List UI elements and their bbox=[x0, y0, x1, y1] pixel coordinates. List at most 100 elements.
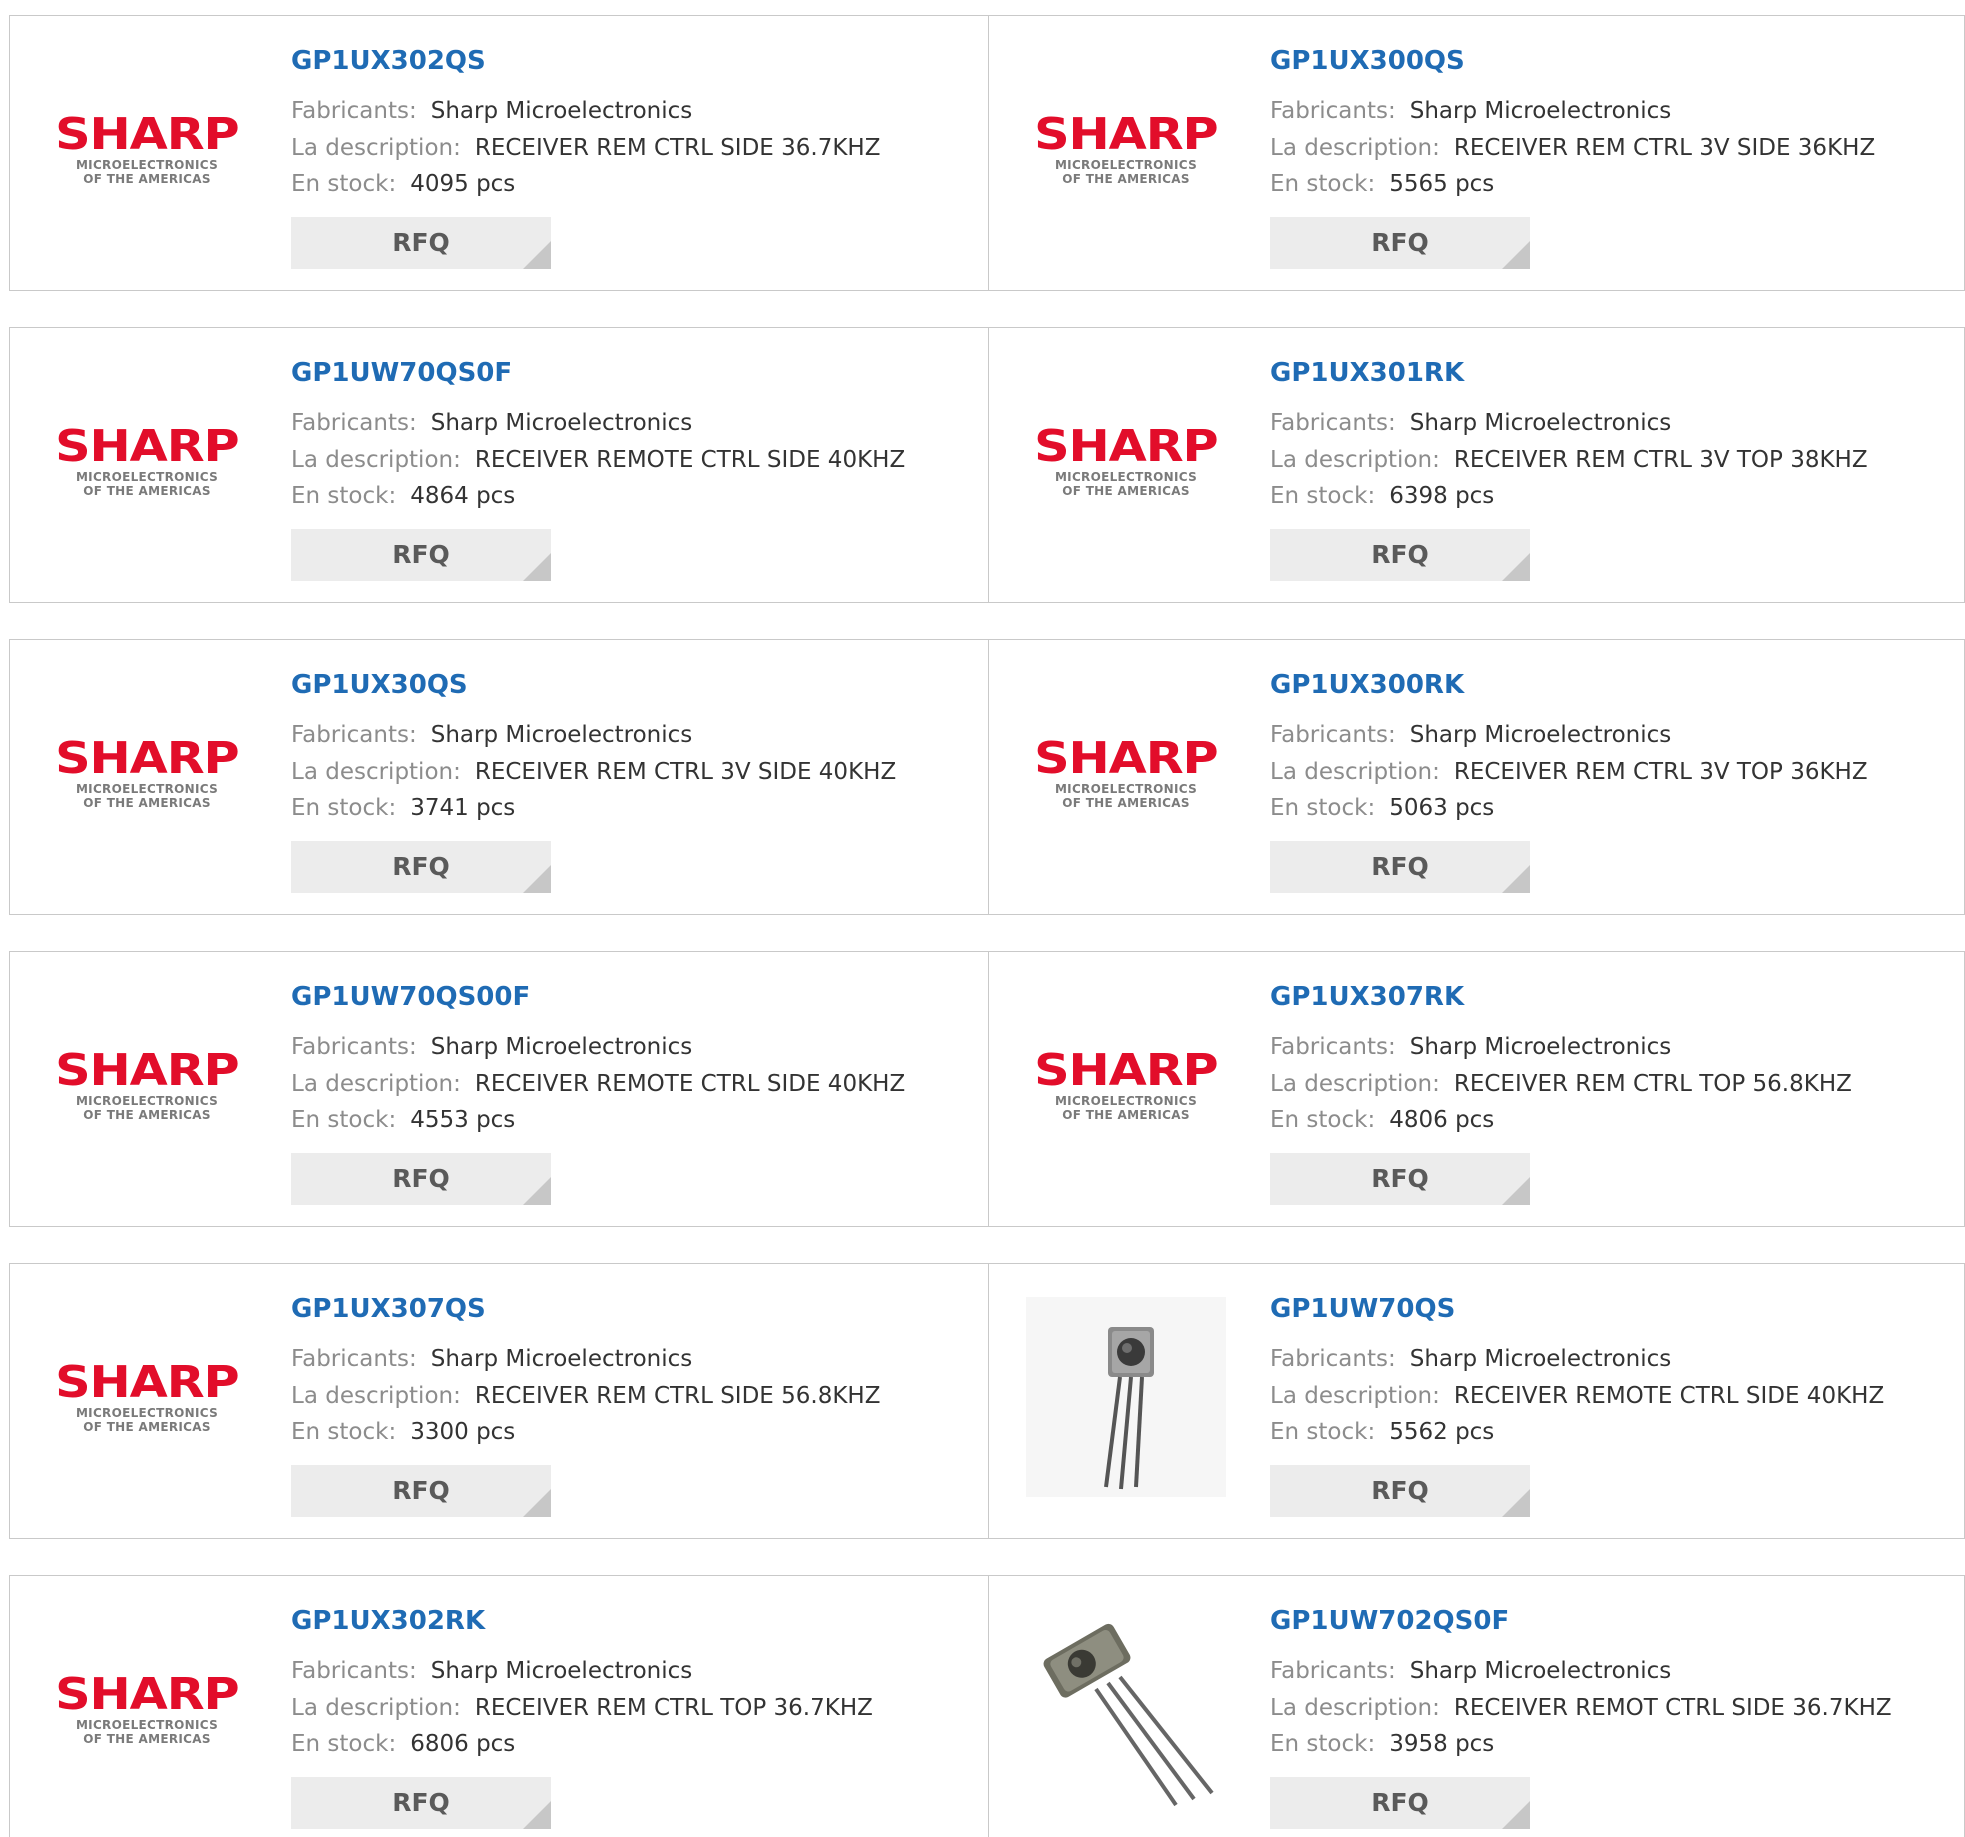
sharp-logo-wordmark: SHARP bbox=[55, 109, 239, 160]
description-label: La description: bbox=[291, 135, 461, 161]
part-number-link[interactable]: GP1UX300RK bbox=[1270, 670, 1464, 700]
stock-label: En stock: bbox=[1270, 1107, 1376, 1133]
stock-value: 5562 pcs bbox=[1389, 1419, 1495, 1445]
rfq-label: RFQ bbox=[1371, 1164, 1429, 1193]
manufacturer-label: Fabricants: bbox=[291, 1658, 417, 1684]
product-thumbnail[interactable] bbox=[1026, 1609, 1226, 1809]
stock-line: En stock: 3300 pcs bbox=[291, 1419, 515, 1445]
description-value: RECEIVER REM CTRL 3V SIDE 40KHZ bbox=[474, 759, 897, 785]
manufacturer-value: Sharp Microelectronics bbox=[1409, 722, 1672, 748]
manufacturer-value: Sharp Microelectronics bbox=[1409, 1034, 1672, 1060]
sharp-logo-tagline: MICROELECTRONICS bbox=[1054, 782, 1198, 796]
product-thumbnail[interactable]: SHARP MICROELECTRONICS OF THE AMERICAS bbox=[1026, 361, 1226, 561]
product-thumbnail[interactable]: SHARP MICROELECTRONICS OF THE AMERICAS bbox=[47, 49, 247, 249]
rfq-button[interactable]: RFQ bbox=[291, 529, 551, 581]
stock-label: En stock: bbox=[1270, 1731, 1376, 1757]
ir-receiver-photo bbox=[1026, 1297, 1226, 1497]
product-thumbnail[interactable] bbox=[1026, 1297, 1226, 1497]
rfq-button[interactable]: RFQ bbox=[291, 1465, 551, 1517]
sharp-logo-tagline: MICROELECTRONICS bbox=[75, 1406, 219, 1420]
rfq-button[interactable]: RFQ bbox=[291, 217, 551, 269]
rfq-button[interactable]: RFQ bbox=[1270, 1777, 1530, 1829]
sharp-logo-wordmark: SHARP bbox=[55, 1045, 239, 1096]
product-card: SHARP MICROELECTRONICS OF THE AMERICAS G… bbox=[988, 640, 1965, 914]
product-card: GP1UW70QS Fabricants: Sharp Microelectron… bbox=[988, 1264, 1965, 1538]
stock-line: En stock: 4553 pcs bbox=[291, 1107, 515, 1133]
sharp-logo: SHARP MICROELECTRONICS OF THE AMERICAS bbox=[47, 1669, 247, 1746]
product-thumbnail[interactable]: SHARP MICROELECTRONICS OF THE AMERICAS bbox=[1026, 673, 1226, 873]
stock-value: 5063 pcs bbox=[1389, 795, 1495, 821]
stock-value: 4864 pcs bbox=[410, 483, 516, 509]
part-number-link[interactable]: GP1UW70QS0F bbox=[291, 358, 512, 388]
product-thumbnail[interactable]: SHARP MICROELECTRONICS OF THE AMERICAS bbox=[47, 1609, 247, 1809]
rfq-button[interactable]: RFQ bbox=[1270, 1153, 1530, 1205]
sharp-logo-tagline: OF THE AMERICAS bbox=[83, 484, 211, 498]
part-number-link[interactable]: GP1UX302QS bbox=[291, 46, 486, 76]
rfq-button[interactable]: RFQ bbox=[291, 1153, 551, 1205]
sharp-logo: SHARP MICROELECTRONICS OF THE AMERICAS bbox=[1026, 425, 1226, 498]
part-number-link[interactable]: GP1UX307QS bbox=[291, 1294, 486, 1324]
sharp-logo-tagline: MICROELECTRONICS bbox=[1054, 158, 1198, 172]
description-value: RECEIVER REM CTRL TOP 56.8KHZ bbox=[1453, 1071, 1852, 1097]
product-thumbnail[interactable]: SHARP MICROELECTRONICS OF THE AMERICAS bbox=[47, 985, 247, 1185]
description-line: La description: RECEIVER REM CTRL SIDE 56… bbox=[291, 1383, 880, 1409]
product-thumbnail[interactable]: SHARP MICROELECTRONICS OF THE AMERICAS bbox=[47, 361, 247, 561]
manufacturer-label: Fabricants: bbox=[1270, 1658, 1396, 1684]
rfq-button[interactable]: RFQ bbox=[1270, 217, 1530, 269]
product-card: SHARP MICROELECTRONICS OF THE AMERICAS G… bbox=[10, 16, 988, 290]
sharp-logo-tagline: OF THE AMERICAS bbox=[83, 796, 211, 810]
manufacturer-label: Fabricants: bbox=[291, 722, 417, 748]
sharp-logo-wordmark: SHARP bbox=[55, 421, 239, 472]
manufacturer-value: Sharp Microelectronics bbox=[1409, 1346, 1672, 1372]
part-number-link[interactable]: GP1UX300QS bbox=[1270, 46, 1465, 76]
part-number-link[interactable]: GP1UW70QS bbox=[1270, 1294, 1455, 1324]
sharp-logo-tagline: MICROELECTRONICS bbox=[1054, 470, 1198, 484]
product-thumbnail[interactable]: SHARP MICROELECTRONICS OF THE AMERICAS bbox=[1026, 985, 1226, 1185]
corner-triangle-icon bbox=[523, 241, 551, 269]
stock-label: En stock: bbox=[1270, 171, 1376, 197]
corner-triangle-icon bbox=[1502, 553, 1530, 581]
part-number-link[interactable]: GP1UX307RK bbox=[1270, 982, 1464, 1012]
corner-triangle-icon bbox=[1502, 1489, 1530, 1517]
rfq-button[interactable]: RFQ bbox=[291, 1777, 551, 1829]
description-label: La description: bbox=[1270, 759, 1440, 785]
product-row: SHARP MICROELECTRONICS OF THE AMERICAS G… bbox=[9, 1263, 1965, 1539]
product-grid: SHARP MICROELECTRONICS OF THE AMERICAS G… bbox=[9, 15, 1965, 1837]
rfq-button[interactable]: RFQ bbox=[1270, 841, 1530, 893]
corner-triangle-icon bbox=[523, 1489, 551, 1517]
sharp-logo-tagline: OF THE AMERICAS bbox=[83, 1420, 211, 1434]
part-number-link[interactable]: GP1UW702QS0F bbox=[1270, 1606, 1509, 1636]
description-line: La description: RECEIVER REM CTRL SIDE 36… bbox=[291, 135, 880, 161]
manufacturer-label: Fabricants: bbox=[291, 98, 417, 124]
rfq-button[interactable]: RFQ bbox=[1270, 1465, 1530, 1517]
description-line: La description: RECEIVER REM CTRL 3V SIDE… bbox=[291, 759, 896, 785]
corner-triangle-icon bbox=[1502, 1177, 1530, 1205]
manufacturer-line: Fabricants: Sharp Microelectronics bbox=[1270, 410, 1671, 436]
product-thumbnail[interactable]: SHARP MICROELECTRONICS OF THE AMERICAS bbox=[47, 673, 247, 873]
rfq-label: RFQ bbox=[392, 1788, 450, 1817]
corner-triangle-icon bbox=[523, 865, 551, 893]
manufacturer-value: Sharp Microelectronics bbox=[430, 98, 693, 124]
corner-triangle-icon bbox=[1502, 1801, 1530, 1829]
product-thumbnail[interactable]: SHARP MICROELECTRONICS OF THE AMERICAS bbox=[47, 1297, 247, 1497]
manufacturer-line: Fabricants: Sharp Microelectronics bbox=[291, 1658, 692, 1684]
product-thumbnail[interactable]: SHARP MICROELECTRONICS OF THE AMERICAS bbox=[1026, 49, 1226, 249]
product-card: SHARP MICROELECTRONICS OF THE AMERICAS G… bbox=[10, 328, 988, 602]
product-card: SHARP MICROELECTRONICS OF THE AMERICAS G… bbox=[10, 952, 988, 1226]
product-card: SHARP MICROELECTRONICS OF THE AMERICAS G… bbox=[988, 952, 1965, 1226]
part-number-link[interactable]: GP1UX302RK bbox=[291, 1606, 485, 1636]
rfq-label: RFQ bbox=[1371, 228, 1429, 257]
product-card: SHARP MICROELECTRONICS OF THE AMERICAS G… bbox=[988, 16, 1965, 290]
product-card: GP1UW702QS0F Fabricants: Sharp Microelect… bbox=[988, 1576, 1965, 1837]
part-number-link[interactable]: GP1UW70QS00F bbox=[291, 982, 530, 1012]
part-number-link[interactable]: GP1UX30QS bbox=[291, 670, 468, 700]
rfq-button[interactable]: RFQ bbox=[291, 841, 551, 893]
sharp-logo-wordmark: SHARP bbox=[1034, 733, 1218, 784]
product-card: SHARP MICROELECTRONICS OF THE AMERICAS G… bbox=[10, 640, 988, 914]
rfq-button[interactable]: RFQ bbox=[1270, 529, 1530, 581]
stock-value: 6806 pcs bbox=[410, 1731, 516, 1757]
description-value: RECEIVER REM CTRL SIDE 36.7KHZ bbox=[474, 135, 881, 161]
part-number-link[interactable]: GP1UX301RK bbox=[1270, 358, 1464, 388]
sharp-logo-wordmark: SHARP bbox=[55, 1669, 239, 1720]
description-value: RECEIVER REM CTRL 3V SIDE 36KHZ bbox=[1453, 135, 1876, 161]
